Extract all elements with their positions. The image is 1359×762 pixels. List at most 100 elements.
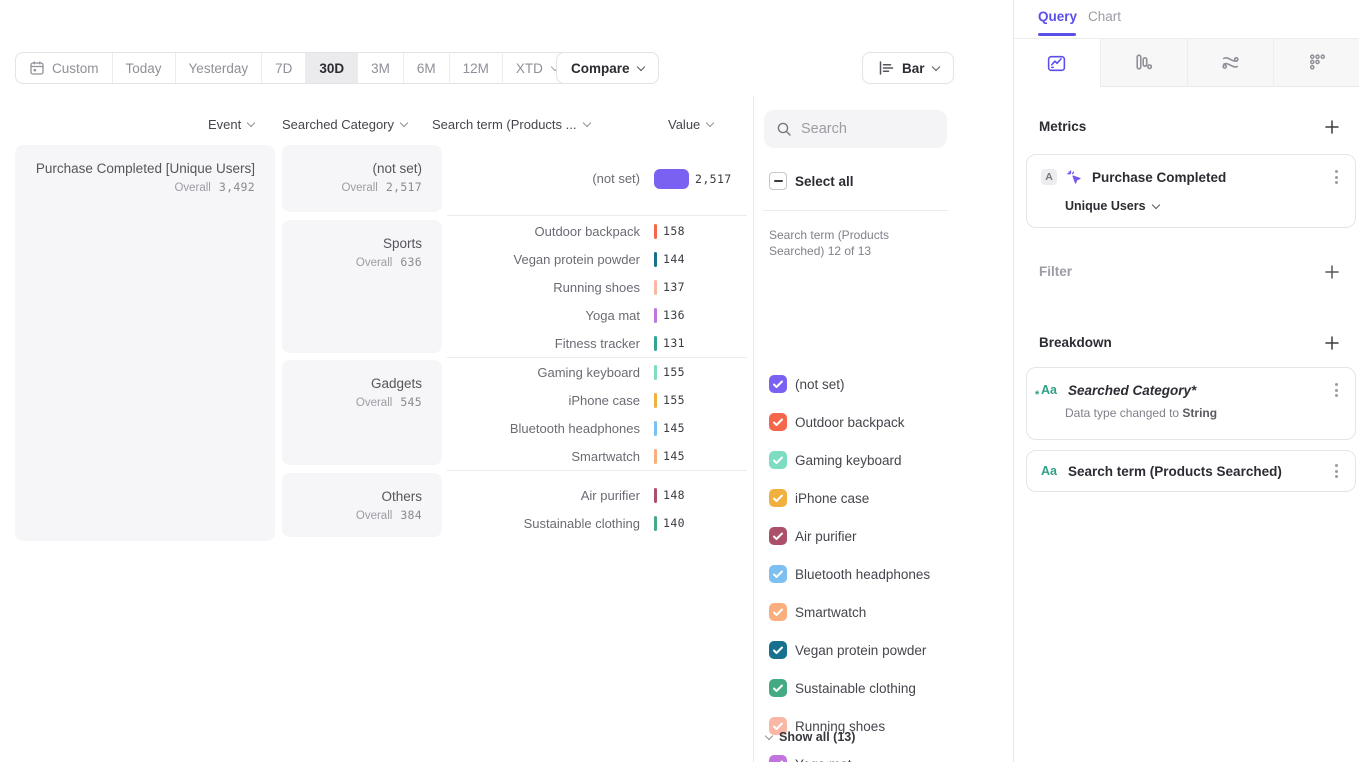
range-yesterday[interactable]: Yesterday	[175, 53, 262, 83]
legend-item[interactable]: (not set)	[769, 375, 845, 393]
term-row[interactable]: Fitness tracker 131	[447, 329, 749, 357]
chart-type-button[interactable]: Bar	[862, 52, 954, 84]
legend-item[interactable]: Vegan protein powder	[769, 641, 926, 659]
checkbox-checked[interactable]	[769, 527, 787, 545]
term-label: Vegan protein powder	[447, 252, 640, 267]
value-bar[interactable]	[654, 421, 657, 436]
legend-item-label: Smartwatch	[795, 605, 866, 620]
category-cell-others[interactable]: Others Overall384	[282, 473, 442, 537]
value-bar[interactable]	[654, 488, 657, 503]
chevron-down-icon	[706, 119, 714, 127]
tab-funnels[interactable]	[1100, 39, 1187, 87]
check-icon	[769, 413, 787, 431]
column-header-term[interactable]: Search term (Products ...	[432, 117, 590, 132]
select-all[interactable]: Select all	[769, 172, 854, 190]
checkbox-checked[interactable]	[769, 565, 787, 583]
checkbox-checked[interactable]	[769, 375, 787, 393]
show-all-button[interactable]: Show all (13)	[766, 730, 855, 744]
measure-selector[interactable]: Unique Users	[1065, 199, 1355, 213]
range-today[interactable]: Today	[112, 53, 175, 83]
value-text: 131	[663, 336, 685, 350]
value-bar[interactable]	[654, 516, 657, 531]
term-row[interactable]: Yoga mat 136	[447, 301, 749, 329]
term-row[interactable]: Outdoor backpack 158	[447, 217, 749, 245]
value-bar[interactable]	[654, 449, 657, 464]
term-row[interactable]: Gaming keyboard 155	[447, 358, 749, 386]
compare-button[interactable]: Compare	[556, 52, 659, 84]
tab-query[interactable]: Query	[1038, 9, 1077, 24]
legend-item[interactable]: Bluetooth headphones	[769, 565, 930, 583]
add-metric-button[interactable]	[1324, 119, 1340, 135]
check-icon	[769, 527, 787, 545]
legend-panel: Select all Search term (Products Searche…	[753, 96, 1013, 762]
legend-item[interactable]: Smartwatch	[769, 603, 866, 621]
checkbox-checked[interactable]	[769, 451, 787, 469]
range-6m[interactable]: 6M	[403, 53, 449, 83]
value-text: 145	[663, 449, 685, 463]
checkbox-checked[interactable]	[769, 679, 787, 697]
term-row[interactable]: iPhone case 155	[447, 386, 749, 414]
checkbox-checked[interactable]	[769, 641, 787, 659]
column-header-event[interactable]: Event	[208, 117, 254, 132]
checkbox-checked[interactable]	[769, 489, 787, 507]
range-custom[interactable]: Custom	[16, 53, 112, 83]
legend-item-label: Outdoor backpack	[795, 415, 905, 430]
legend-item[interactable]: Sustainable clothing	[769, 679, 916, 697]
tab-retention[interactable]	[1273, 39, 1359, 87]
add-filter-button[interactable]	[1324, 264, 1340, 280]
legend-search[interactable]	[764, 110, 947, 148]
value-bar[interactable]	[654, 169, 689, 189]
value-bar[interactable]	[654, 336, 657, 351]
term-row[interactable]: Vegan protein powder 144	[447, 245, 749, 273]
legend-item[interactable]: Yoga mat	[769, 755, 852, 762]
kebab-menu-icon[interactable]	[1332, 380, 1341, 400]
category-cell-gadgets[interactable]: Gadgets Overall545	[282, 360, 442, 465]
legend-item-label: Yoga mat	[795, 757, 852, 762]
tab-flows[interactable]	[1187, 39, 1274, 87]
value-bar[interactable]	[654, 280, 657, 295]
report-type-tabs	[1014, 39, 1359, 87]
term-label: Outdoor backpack	[447, 224, 640, 239]
legend-item[interactable]: Air purifier	[769, 527, 857, 545]
category-cell-sports[interactable]: Sports Overall636	[282, 220, 442, 353]
value-bar[interactable]	[654, 252, 657, 267]
term-row[interactable]: (not set) 2,517	[447, 145, 749, 212]
range-12m[interactable]: 12M	[449, 53, 502, 83]
tab-chart[interactable]: Chart	[1088, 9, 1121, 24]
metric-card[interactable]: A Purchase Completed Unique Users	[1026, 154, 1356, 228]
value-bar[interactable]	[654, 224, 657, 239]
range-30d-selected[interactable]: 30D	[305, 53, 357, 83]
term-row[interactable]: Bluetooth headphones 145	[447, 414, 749, 442]
range-7d[interactable]: 7D	[261, 53, 305, 83]
select-all-checkbox-indeterminate[interactable]	[769, 172, 787, 190]
breakdown-card-search-term[interactable]: Aa Search term (Products Searched)	[1026, 450, 1356, 492]
legend-item[interactable]: iPhone case	[769, 489, 869, 507]
breakdown-card-searched-category[interactable]: Aa* Searched Category* Data type changed…	[1026, 367, 1356, 440]
tab-insights[interactable]	[1014, 39, 1100, 87]
term-group-gadgets: Gaming keyboard 155 iPhone case 155 Blue…	[447, 358, 749, 470]
term-row[interactable]: Running shoes 137	[447, 273, 749, 301]
term-group-others: Air purifier 148 Sustainable clothing 14…	[447, 481, 749, 537]
search-input[interactable]	[801, 121, 921, 137]
range-3m[interactable]: 3M	[357, 53, 403, 83]
legend-item[interactable]: Outdoor backpack	[769, 413, 905, 431]
value-bar[interactable]	[654, 393, 657, 408]
column-header-value[interactable]: Value	[668, 117, 713, 132]
event-cell[interactable]: Purchase Completed [Unique Users] Overal…	[15, 145, 275, 541]
add-breakdown-button[interactable]	[1324, 335, 1340, 351]
category-cell-not-set[interactable]: (not set) Overall2,517	[282, 145, 442, 212]
term-row[interactable]: Sustainable clothing 140	[447, 509, 749, 537]
value-bar[interactable]	[654, 365, 657, 380]
column-header-category[interactable]: Searched Category	[282, 117, 407, 132]
kebab-menu-icon[interactable]	[1332, 167, 1341, 187]
group-divider	[447, 215, 747, 216]
term-row[interactable]: Smartwatch 145	[447, 442, 749, 470]
term-row[interactable]: Air purifier 148	[447, 481, 749, 509]
legend-item[interactable]: Gaming keyboard	[769, 451, 902, 469]
checkbox-checked[interactable]	[769, 755, 787, 762]
kebab-menu-icon[interactable]	[1332, 461, 1341, 481]
checkbox-checked[interactable]	[769, 413, 787, 431]
value-bar[interactable]	[654, 308, 657, 323]
group-divider	[447, 470, 747, 471]
checkbox-checked[interactable]	[769, 603, 787, 621]
